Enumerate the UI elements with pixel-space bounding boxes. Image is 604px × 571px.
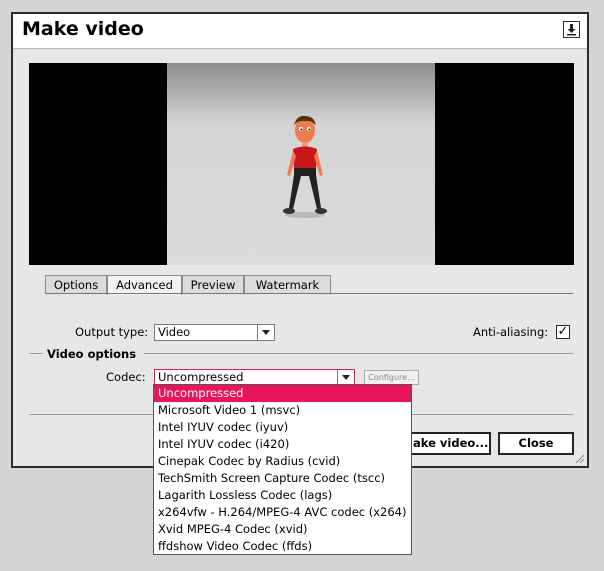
output-type-label: Output type: bbox=[75, 325, 149, 339]
codec-option[interactable]: Cinepak Codec by Radius (cvid) bbox=[154, 453, 411, 470]
codec-option[interactable]: x264vfw - H.264/MPEG-4 AVC codec (x264) bbox=[154, 504, 411, 521]
codec-value: Uncompressed bbox=[158, 370, 244, 384]
tab-divider bbox=[45, 293, 573, 294]
tab-preview[interactable]: Preview bbox=[182, 275, 244, 294]
configure-button[interactable]: Configure... bbox=[364, 370, 419, 385]
codec-option[interactable]: TechSmith Screen Capture Codec (tscc) bbox=[154, 470, 411, 487]
anti-aliasing-checkbox[interactable]: ✓ bbox=[556, 325, 570, 339]
chevron-down-icon bbox=[337, 370, 354, 385]
make-video-button[interactable]: Make video... bbox=[399, 432, 491, 455]
close-button[interactable]: Close bbox=[498, 432, 574, 455]
cartoon-character bbox=[283, 115, 327, 218]
output-type-select[interactable]: Video bbox=[154, 324, 275, 341]
codec-option[interactable]: Intel IYUV codec (i420) bbox=[154, 436, 411, 453]
preview-stage bbox=[167, 63, 435, 265]
video-options-heading: Video options bbox=[47, 347, 137, 361]
section-divider-right bbox=[144, 353, 573, 354]
tab-advanced[interactable]: Advanced bbox=[107, 275, 182, 295]
dialog-title: Make video bbox=[22, 18, 144, 40]
codec-option[interactable]: Lagarith Lossless Codec (lags) bbox=[154, 487, 411, 504]
title-bar: Make video bbox=[13, 14, 587, 49]
resize-grip-icon[interactable] bbox=[573, 452, 585, 464]
output-type-value: Video bbox=[158, 325, 191, 339]
anti-aliasing-label: Anti-aliasing: bbox=[473, 325, 549, 339]
codec-option[interactable]: Microsoft Video 1 (msvc) bbox=[154, 402, 411, 419]
chevron-down-icon bbox=[257, 325, 274, 340]
codec-option[interactable]: Xvid MPEG-4 Codec (xvid) bbox=[154, 521, 411, 538]
pin-icon[interactable] bbox=[563, 21, 580, 38]
section-divider-left bbox=[29, 353, 43, 354]
codec-dropdown-list: Uncompressed Microsoft Video 1 (msvc) In… bbox=[153, 384, 412, 555]
codec-option[interactable]: Intel IYUV codec (iyuv) bbox=[154, 419, 411, 436]
codec-label: Codec: bbox=[106, 370, 146, 384]
codec-option[interactable]: Uncompressed bbox=[154, 385, 411, 402]
video-preview bbox=[29, 63, 574, 265]
codec-option[interactable]: ffdshow Video Codec (ffds) bbox=[154, 538, 411, 555]
tab-options[interactable]: Options bbox=[45, 275, 107, 294]
tab-watermark[interactable]: Watermark bbox=[244, 275, 331, 294]
